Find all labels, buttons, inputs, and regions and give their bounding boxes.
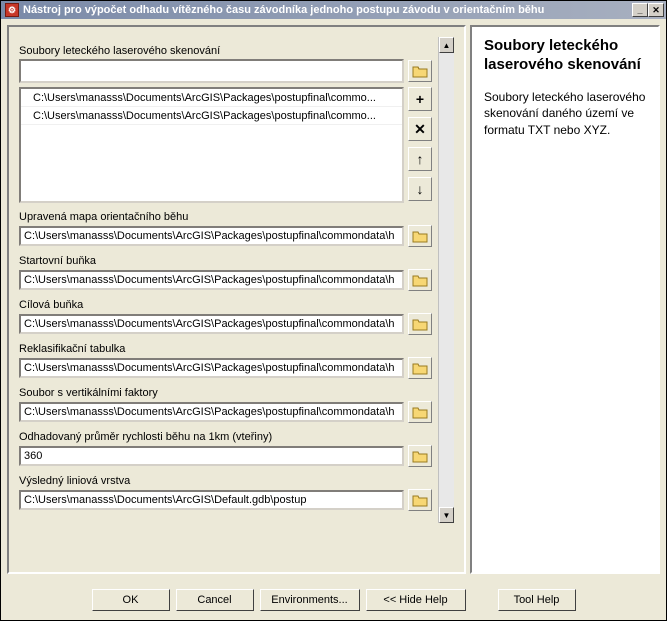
scrollbar[interactable]: ▲ ▼	[438, 37, 454, 523]
move-down-button[interactable]: ↓	[408, 177, 432, 201]
arrow-down-icon: ↓	[417, 181, 424, 197]
browse-speed-button[interactable]	[408, 445, 432, 467]
vfactor-input[interactable]	[19, 402, 404, 422]
start-label: Startovní buňka	[19, 255, 432, 267]
arrow-up-icon: ↑	[417, 151, 424, 167]
remove-icon: ✕	[414, 121, 426, 138]
browse-output-button[interactable]	[408, 489, 432, 511]
scroll-thumb[interactable]	[439, 53, 454, 507]
folder-icon	[412, 361, 428, 375]
browse-vfactor-button[interactable]	[408, 401, 432, 423]
browse-lidar-button[interactable]	[408, 60, 432, 82]
help-pane: Soubory leteckého laserového skenování S…	[470, 25, 660, 574]
browse-start-button[interactable]	[408, 269, 432, 291]
tool-dialog-window: ⚙ Nástroj pro výpočet odhadu vítězného č…	[0, 0, 667, 621]
plus-icon: +	[416, 91, 424, 107]
reclass-input[interactable]	[19, 358, 404, 378]
folder-icon	[412, 273, 428, 287]
help-title: Soubory leteckého laserového skenování	[484, 37, 646, 75]
move-up-button[interactable]: ↑	[408, 147, 432, 171]
lidar-path-input[interactable]	[19, 59, 404, 83]
list-item[interactable]: C:\Users\manasss\Documents\ArcGIS\Packag…	[21, 107, 402, 125]
lidar-files-list[interactable]: C:\Users\manasss\Documents\ArcGIS\Packag…	[19, 87, 404, 203]
browse-goal-button[interactable]	[408, 313, 432, 335]
folder-icon	[412, 405, 428, 419]
titlebar: ⚙ Nástroj pro výpočet odhadu vítězného č…	[1, 1, 666, 19]
minimize-button[interactable]: _	[632, 3, 648, 17]
lidar-files-label: Soubory leteckého laserového skenování	[19, 45, 432, 57]
close-button[interactable]: ✕	[648, 3, 664, 17]
speed-label: Odhadovaný průměr rychlosti běhu na 1km …	[19, 431, 432, 443]
speed-input[interactable]	[19, 446, 404, 466]
scroll-up-button[interactable]: ▲	[439, 37, 454, 53]
chevron-up-icon: ▲	[443, 41, 451, 50]
output-input[interactable]	[19, 490, 404, 510]
goal-label: Cílová buňka	[19, 299, 432, 311]
map-input[interactable]	[19, 226, 404, 246]
help-body: Soubory leteckého laserového skenování d…	[484, 89, 646, 139]
app-icon: ⚙	[5, 3, 19, 17]
goal-input[interactable]	[19, 314, 404, 334]
list-item[interactable]: C:\Users\manasss\Documents\ArcGIS\Packag…	[21, 89, 402, 107]
folder-icon	[412, 64, 428, 78]
environments-button[interactable]: Environments...	[260, 589, 360, 611]
remove-item-button[interactable]: ✕	[408, 117, 432, 141]
folder-icon	[412, 449, 428, 463]
window-title: Nástroj pro výpočet odhadu vítězného čas…	[23, 4, 628, 16]
vfactor-label: Soubor s vertikálními faktory	[19, 387, 432, 399]
content-area: Soubory leteckého laserového skenování C…	[1, 19, 666, 580]
reclass-label: Reklasifikační tabulka	[19, 343, 432, 355]
folder-icon	[412, 229, 428, 243]
hide-help-button[interactable]: << Hide Help	[366, 589, 466, 611]
button-bar: OK Cancel Environments... << Hide Help T…	[1, 580, 666, 620]
folder-icon	[412, 493, 428, 507]
folder-icon	[412, 317, 428, 331]
browse-reclass-button[interactable]	[408, 357, 432, 379]
scroll-down-button[interactable]: ▼	[439, 507, 454, 523]
chevron-down-icon: ▼	[443, 511, 451, 520]
start-input[interactable]	[19, 270, 404, 290]
add-item-button[interactable]: +	[408, 87, 432, 111]
cancel-button[interactable]: Cancel	[176, 589, 254, 611]
browse-map-button[interactable]	[408, 225, 432, 247]
output-label: Výsledný liniová vrstva	[19, 475, 432, 487]
ok-button[interactable]: OK	[92, 589, 170, 611]
tool-help-button[interactable]: Tool Help	[498, 589, 576, 611]
map-label: Upravená mapa orientačního běhu	[19, 211, 432, 223]
parameters-pane: Soubory leteckého laserového skenování C…	[7, 25, 466, 574]
